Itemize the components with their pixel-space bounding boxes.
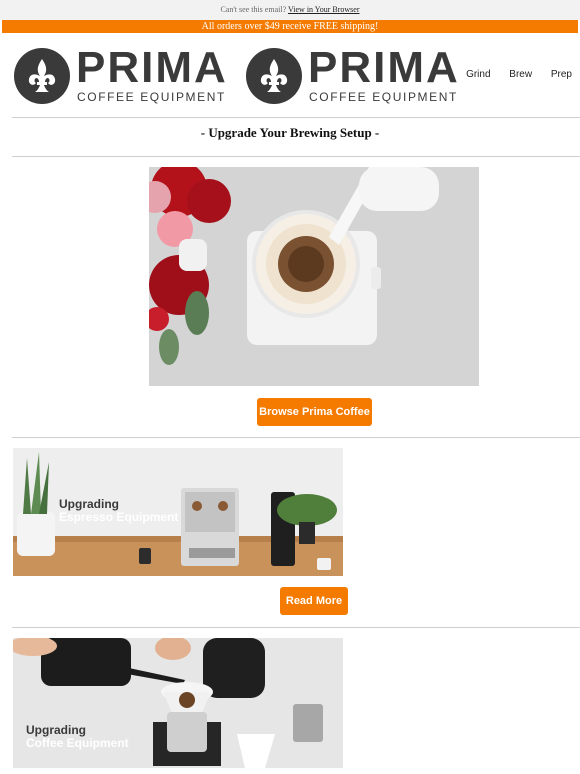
espresso-overlay-subtitle: Espresso Equipment [59,510,179,524]
top-nav: Grind Brew Prep [450,69,572,80]
divider [12,437,580,438]
nav-link-grind[interactable]: Grind [466,69,490,80]
browse-prima-coffee-button[interactable]: Browse Prima Coffee [257,398,372,426]
espresso-equipment-image[interactable]: Upgrading Espresso Equipment [13,448,343,576]
prima-logo[interactable]: PRIMA COFFEE EQUIPMENT [14,46,244,104]
logo-subtitle: COFFEE EQUIPMENT [309,90,458,104]
divider [12,117,580,118]
view-in-browser-link[interactable]: View in Your Browser [288,5,360,14]
nav-link-prep[interactable]: Prep [551,69,572,80]
free-shipping-banner[interactable]: All orders over $49 receive FREE shippin… [2,20,578,33]
divider [12,627,580,628]
logo-wordmark: PRIMA [76,43,228,92]
fleur-de-lis-icon [14,48,70,104]
read-more-button[interactable]: Read More [280,587,348,615]
preheader: Can't see this email? View in Your Brows… [0,0,580,20]
hero-image[interactable] [149,167,479,386]
logo-wordmark: PRIMA [308,43,460,92]
section-headline: - Upgrade Your Brewing Setup - [200,125,380,140]
preheader-text: Can't see this email? [220,5,287,14]
divider [12,156,580,157]
coffee-equipment-image[interactable]: Upgrading Coffee Equipment [13,638,343,768]
prima-logo-secondary[interactable]: PRIMA COFFEE EQUIPMENT [246,46,476,104]
coffee-overlay-subtitle: Coffee Equipment [26,736,129,750]
logo-subtitle: COFFEE EQUIPMENT [77,90,226,104]
header: PRIMA COFFEE EQUIPMENT PRIMA COFFEE EQUI… [0,42,580,110]
nav-link-brew[interactable]: Brew [509,69,532,80]
fleur-de-lis-icon [246,48,302,104]
